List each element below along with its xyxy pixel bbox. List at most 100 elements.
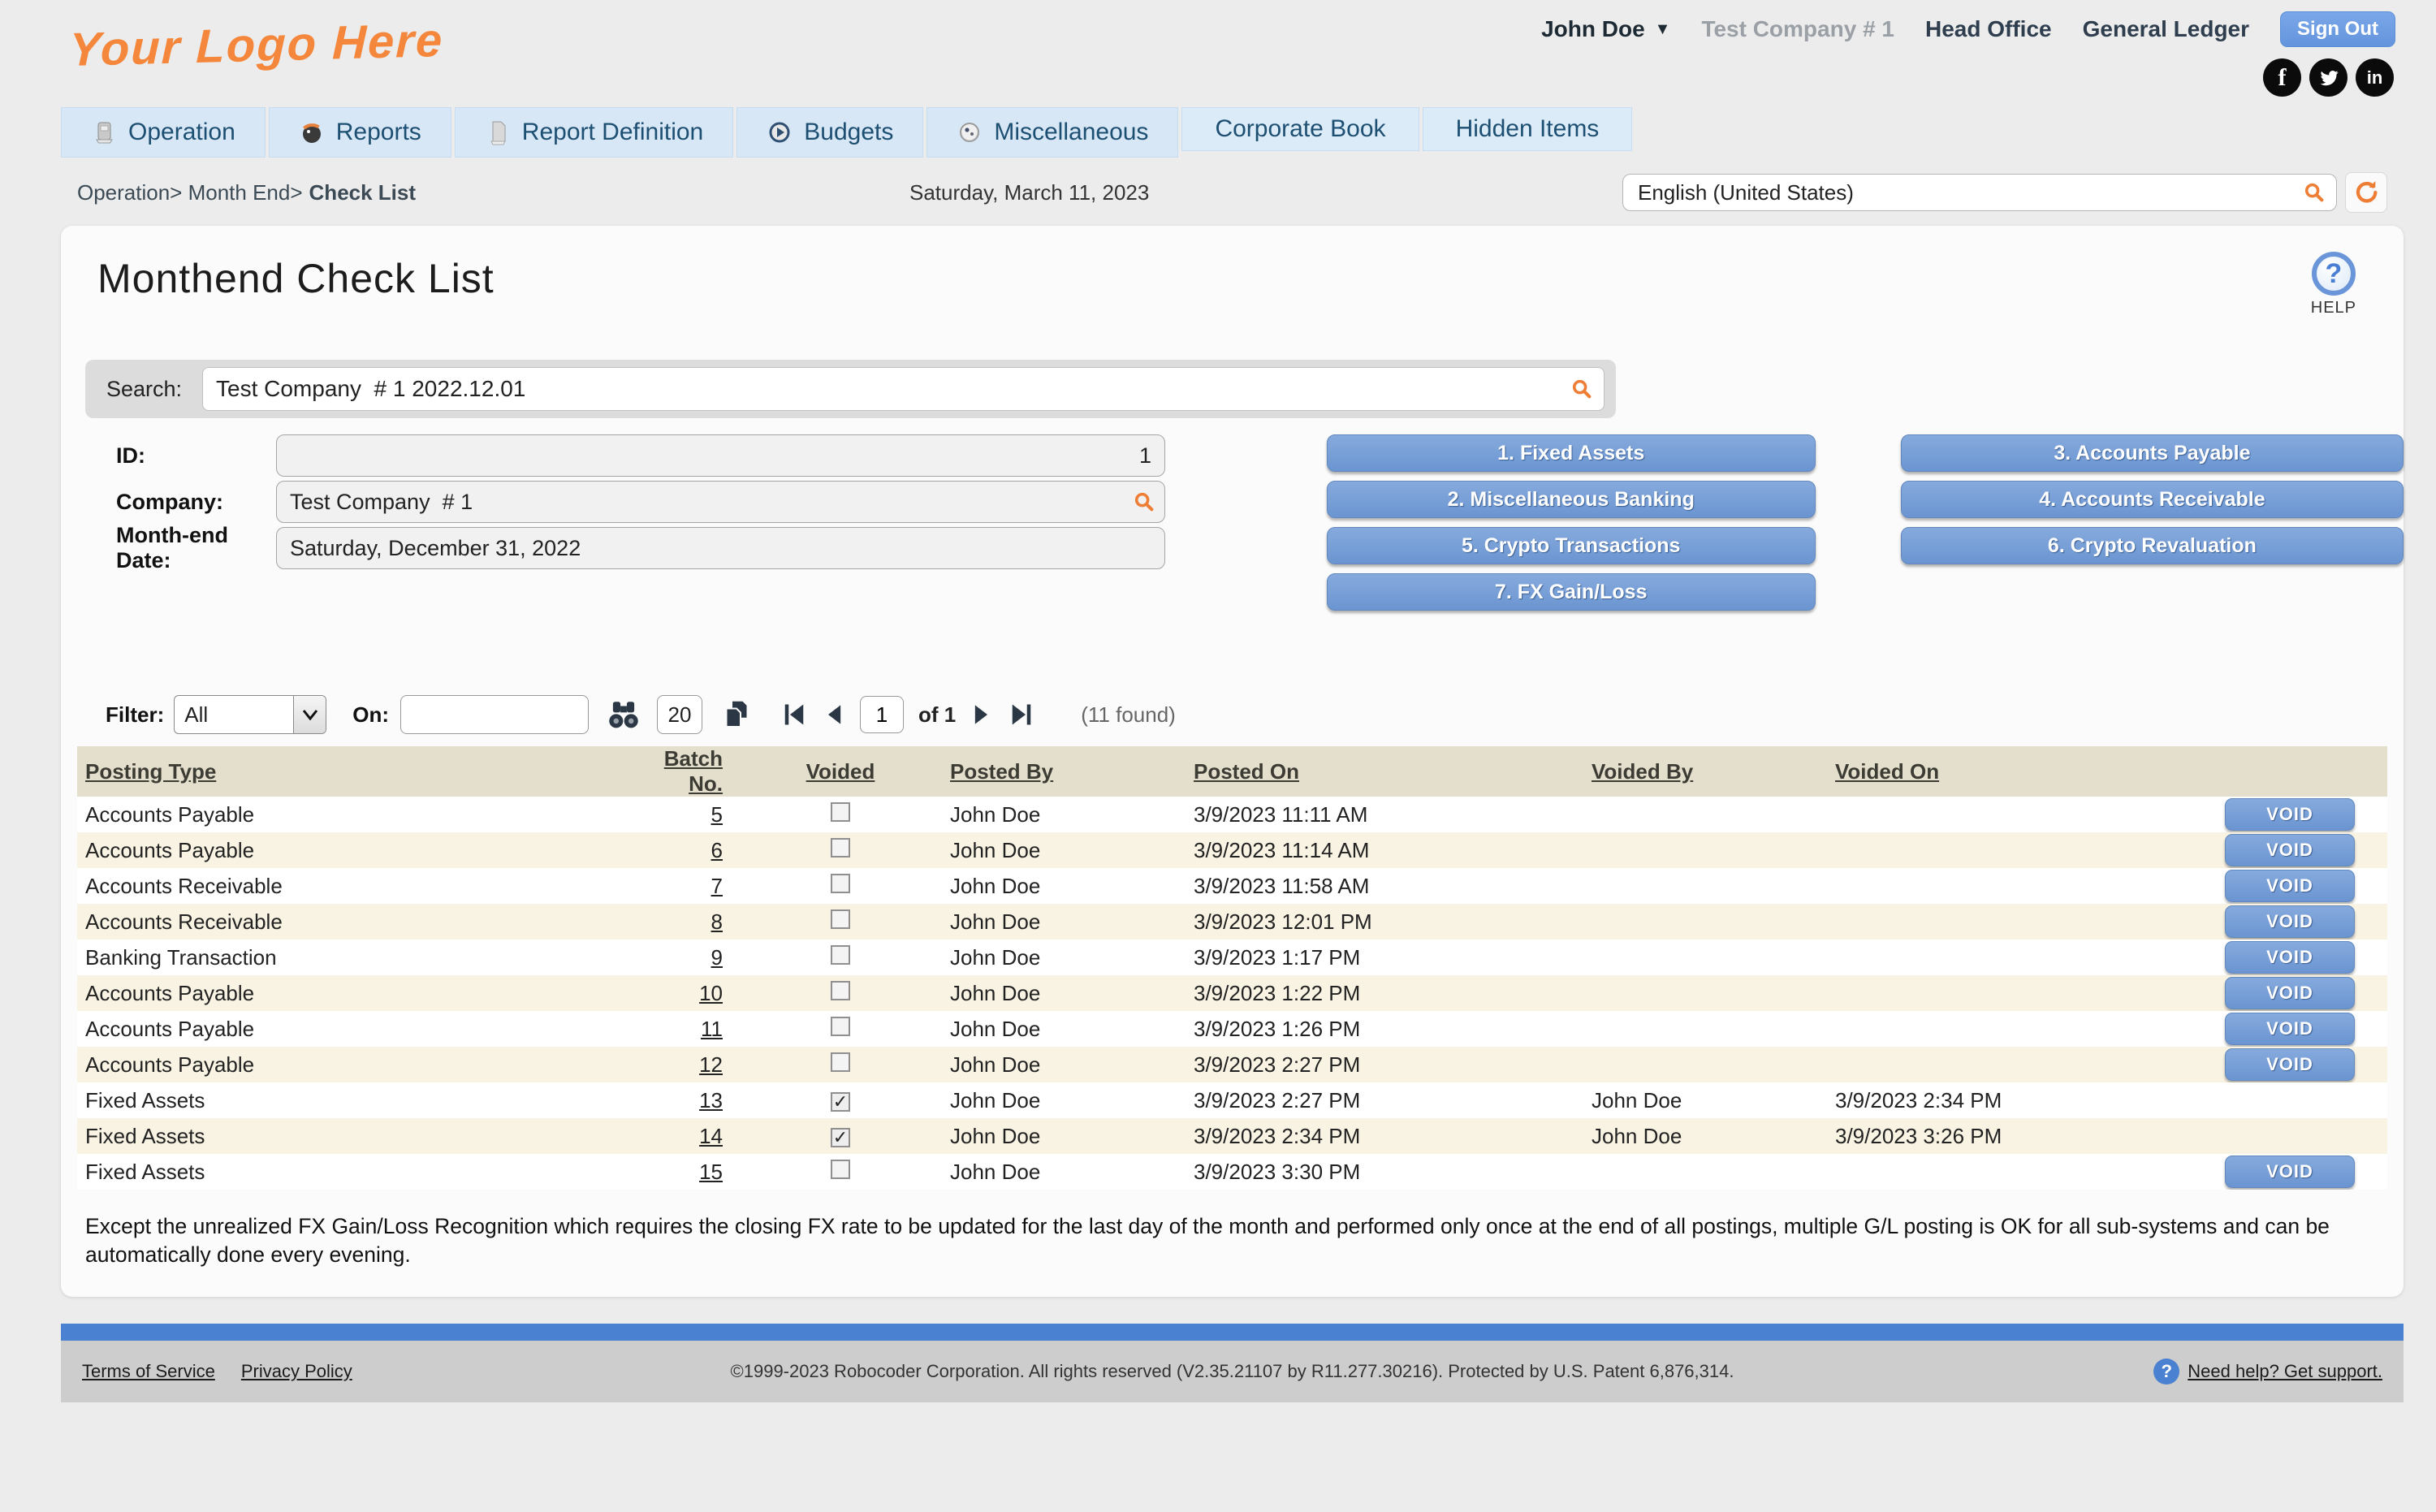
table-row: Accounts Payable 6 John Doe 3/9/2023 11:…: [77, 832, 2387, 868]
twitter-icon[interactable]: [2309, 58, 2347, 97]
accounts-receivable-button[interactable]: 4. Accounts Receivable: [1901, 481, 2404, 518]
batch-no-link[interactable]: 12: [699, 1052, 723, 1077]
user-menu[interactable]: John Doe: [1541, 16, 1645, 42]
tab-label: Budgets: [804, 119, 893, 146]
voided-checkbox[interactable]: [831, 945, 850, 965]
crypto-transactions-button[interactable]: 5. Crypto Transactions: [1327, 527, 1816, 564]
privacy-policy-link[interactable]: Privacy Policy: [241, 1361, 352, 1382]
logo: Your Logo Here: [68, 6, 445, 109]
voided-checkbox[interactable]: [831, 981, 850, 1000]
void-button[interactable]: VOID: [2225, 798, 2355, 831]
void-button[interactable]: VOID: [2225, 834, 2355, 866]
refresh-icon[interactable]: [2345, 172, 2387, 213]
header-posted-on[interactable]: Posted On: [1186, 746, 1583, 797]
batch-no-link[interactable]: 5: [711, 802, 723, 827]
language-search-icon[interactable]: [2303, 181, 2326, 210]
fixed-assets-button[interactable]: 1. Fixed Assets: [1327, 434, 1816, 472]
void-button[interactable]: VOID: [2225, 905, 2355, 938]
batch-no-link[interactable]: 13: [699, 1088, 723, 1112]
batch-no-link[interactable]: 9: [711, 945, 723, 970]
tab-corporate-book[interactable]: Corporate Book: [1181, 107, 1419, 151]
void-button[interactable]: VOID: [2225, 1013, 2355, 1045]
sign-out-button[interactable]: Sign Out: [2280, 11, 2395, 47]
question-icon: ?: [2153, 1359, 2179, 1385]
help-button[interactable]: ? HELP: [2311, 252, 2356, 318]
batch-no-link[interactable]: 10: [699, 981, 723, 1005]
copy-pages-icon[interactable]: [720, 698, 753, 731]
voided-checkbox[interactable]: [831, 838, 850, 858]
voided-on-cell: 3/9/2023 2:34 PM: [1827, 1082, 2192, 1118]
next-page-icon[interactable]: [970, 702, 993, 727]
voided-checkbox[interactable]: [831, 802, 850, 822]
batch-no-link[interactable]: 14: [699, 1124, 723, 1148]
voided-checkbox[interactable]: ✓: [831, 1092, 850, 1112]
search-input[interactable]: [202, 367, 1605, 411]
posted-on-cell: 3/9/2023 11:14 AM: [1186, 832, 1583, 868]
voided-checkbox[interactable]: [831, 874, 850, 893]
header-posted-by[interactable]: Posted By: [942, 746, 1186, 797]
page-size-input[interactable]: 20: [657, 695, 702, 734]
batch-no-link[interactable]: 11: [701, 1017, 723, 1041]
header-voided-on[interactable]: Voided On: [1827, 746, 2192, 797]
prev-page-icon[interactable]: [823, 702, 845, 727]
facebook-icon[interactable]: f: [2263, 58, 2301, 97]
posting-type-cell: Accounts Payable: [77, 1047, 617, 1082]
tab-budgets[interactable]: Budgets: [736, 107, 923, 158]
batch-no-link[interactable]: 8: [711, 909, 723, 934]
fx-gain-loss-button[interactable]: 7. FX Gain/Loss: [1327, 573, 1816, 611]
voided-checkbox[interactable]: [831, 1160, 850, 1179]
tab-reports[interactable]: Reports: [269, 107, 451, 158]
miscellaneous-banking-button[interactable]: 2. Miscellaneous Banking: [1327, 481, 1816, 518]
header-voided-by[interactable]: Voided By: [1583, 746, 1827, 797]
tab-miscellaneous[interactable]: Miscellaneous: [926, 107, 1178, 158]
void-button[interactable]: VOID: [2225, 1048, 2355, 1081]
tab-operation[interactable]: Operation: [61, 107, 266, 158]
search-icon[interactable]: [1570, 378, 1593, 404]
monthend-date-field[interactable]: [276, 527, 1165, 569]
crypto-revaluation-button[interactable]: 6. Crypto Revaluation: [1901, 527, 2404, 564]
company-search-icon[interactable]: [1133, 490, 1155, 517]
last-page-icon[interactable]: [1008, 702, 1035, 727]
header-company: Test Company # 1: [1701, 16, 1894, 42]
batch-no-link[interactable]: 15: [699, 1160, 723, 1184]
filter-bar: Filter: All On: 20 of 1: [106, 694, 2404, 735]
action-buttons-col2: 3. Accounts Payable 4. Accounts Receivab…: [1901, 434, 2404, 620]
copyright-text: ©1999-2023 Robocoder Corporation. All ri…: [731, 1361, 1734, 1382]
header-batch-no[interactable]: Batch No.: [617, 746, 739, 797]
voided-checkbox[interactable]: ✓: [831, 1128, 850, 1147]
voided-checkbox[interactable]: [831, 1017, 850, 1036]
posting-type-cell: Fixed Assets: [77, 1154, 617, 1190]
company-field[interactable]: [276, 481, 1165, 523]
on-input[interactable]: [400, 695, 589, 734]
batch-no-link[interactable]: 7: [711, 874, 723, 898]
void-button[interactable]: VOID: [2225, 1156, 2355, 1188]
filter-select[interactable]: All: [174, 695, 326, 734]
language-input[interactable]: [1622, 174, 2337, 211]
voided-checkbox[interactable]: [831, 909, 850, 929]
chevron-down-icon[interactable]: ▼: [1655, 20, 1671, 39]
void-button[interactable]: VOID: [2225, 870, 2355, 902]
table-row: Accounts Payable 12 John Doe 3/9/2023 2:…: [77, 1047, 2387, 1082]
posted-by-cell: John Doe: [942, 940, 1186, 975]
tab-label: Corporate Book: [1215, 115, 1385, 143]
id-field[interactable]: [276, 434, 1165, 477]
header-posting-type[interactable]: Posting Type: [77, 746, 617, 797]
void-button[interactable]: VOID: [2225, 941, 2355, 974]
linkedin-icon[interactable]: in: [2356, 58, 2394, 97]
first-page-icon[interactable]: [780, 702, 808, 727]
tab-hidden-items[interactable]: Hidden Items: [1423, 107, 1633, 151]
operation-icon: [91, 119, 117, 145]
accounts-payable-button[interactable]: 3. Accounts Payable: [1901, 434, 2404, 472]
table-row: Banking Transaction 9 John Doe 3/9/2023 …: [77, 940, 2387, 975]
page-number-input[interactable]: [860, 696, 904, 733]
void-button[interactable]: VOID: [2225, 977, 2355, 1009]
breadcrumb[interactable]: Operation> Month End>: [77, 180, 303, 205]
terms-of-service-link[interactable]: Terms of Service: [82, 1361, 215, 1382]
batch-no-link[interactable]: 6: [711, 838, 723, 862]
find-binoculars-icon[interactable]: [607, 699, 641, 730]
header-voided[interactable]: Voided: [739, 746, 942, 797]
tab-report-definition[interactable]: Report Definition: [455, 107, 733, 158]
support-link[interactable]: Need help? Get support.: [2188, 1361, 2382, 1382]
voided-checkbox[interactable]: [831, 1052, 850, 1072]
posting-type-cell: Accounts Payable: [77, 975, 617, 1011]
